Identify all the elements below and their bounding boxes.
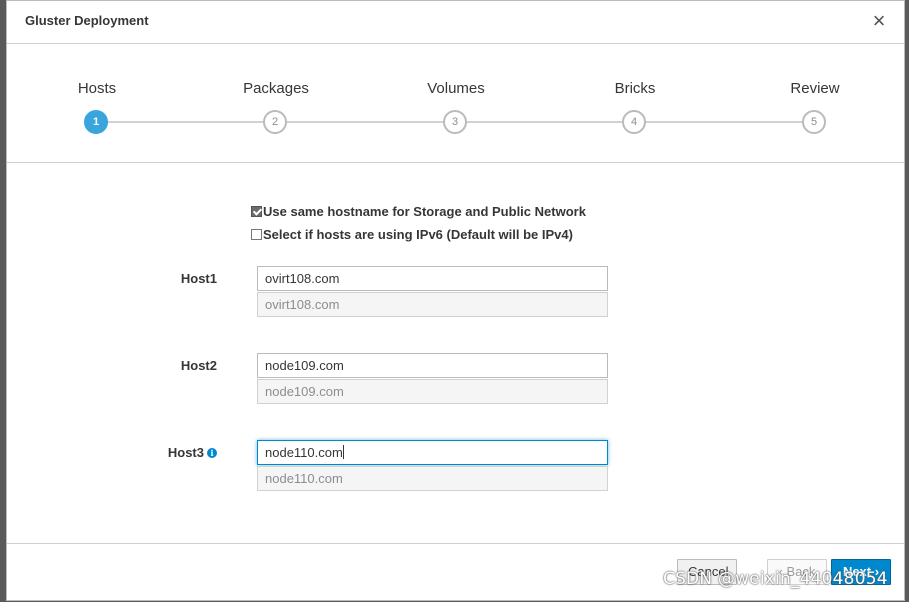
step-number: 1 (84, 110, 108, 134)
same-hostname-label: Use same hostname for Storage and Public… (263, 204, 586, 219)
dialog-title: Gluster Deployment (25, 13, 149, 28)
host1-label: Host1 (97, 271, 217, 286)
step-number: 3 (443, 110, 467, 134)
info-icon[interactable]: i (207, 448, 217, 458)
host1-label-text: Host1 (180, 271, 217, 286)
step-number: 4 (622, 110, 646, 134)
wizard-steps: Hosts 1 Packages 2 Volumes 3 Bricks 4 Re… (7, 44, 904, 163)
wizard-body: Use same hostname for Storage and Public… (7, 163, 904, 543)
watermark: CSDN @weixin_44048054 (663, 569, 888, 589)
host3-label: Host3 i (97, 445, 217, 460)
host2-label: Host2 (97, 358, 217, 373)
host2-label-text: Host2 (180, 358, 217, 373)
host3-public-input: node110.com (257, 466, 608, 491)
close-icon[interactable]: × (868, 9, 890, 33)
step-label: Volumes (427, 80, 485, 97)
host3-storage-value: node110.com (265, 445, 343, 460)
ipv6-checkbox[interactable] (251, 229, 262, 240)
step-label: Review (790, 80, 840, 97)
step-label: Packages (243, 80, 309, 97)
host2-storage-input[interactable]: node109.com (257, 353, 608, 378)
text-cursor (342, 445, 344, 459)
step-number: 2 (263, 110, 287, 134)
step-label: Bricks (614, 80, 656, 97)
host1-storage-input[interactable]: ovirt108.com (257, 266, 608, 291)
step-number: 5 (802, 110, 826, 134)
host2-public-input: node109.com (257, 379, 608, 404)
ipv6-option[interactable]: Select if hosts are using IPv6 (Default … (251, 227, 573, 242)
gluster-deployment-dialog: Gluster Deployment × Hosts 1 Packages 2 … (6, 0, 905, 601)
ipv6-label: Select if hosts are using IPv6 (Default … (263, 227, 573, 242)
host1-public-input: ovirt108.com (257, 292, 608, 317)
host3-storage-input[interactable]: node110.com (257, 440, 608, 465)
same-hostname-checkbox[interactable] (251, 206, 262, 217)
step-label: Hosts (77, 80, 117, 97)
host3-label-text: Host3 (167, 445, 204, 460)
dialog-header: Gluster Deployment × (7, 1, 904, 44)
same-hostname-option[interactable]: Use same hostname for Storage and Public… (251, 204, 586, 219)
